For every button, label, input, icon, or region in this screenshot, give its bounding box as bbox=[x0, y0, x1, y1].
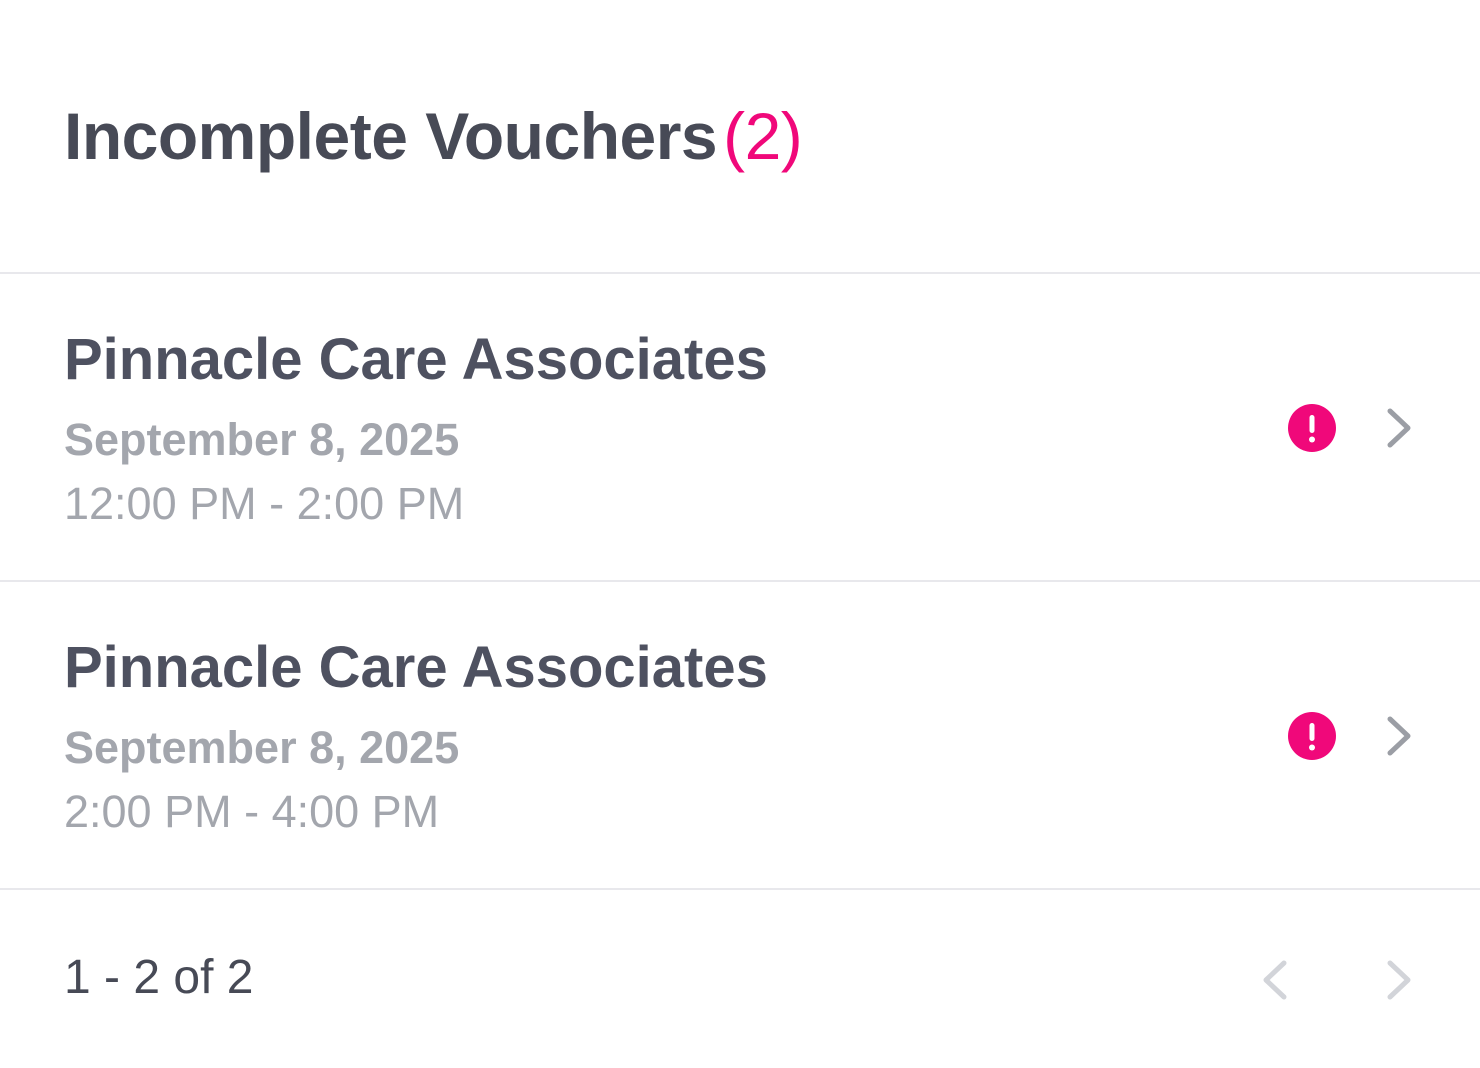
alert-icon bbox=[1288, 712, 1336, 760]
alert-icon bbox=[1288, 404, 1336, 452]
page-title: Incomplete Vouchers(2) bbox=[64, 98, 803, 174]
voucher-date: September 8, 2025 bbox=[64, 722, 460, 773]
voucher-provider-name: Pinnacle Care Associates bbox=[64, 635, 768, 700]
incomplete-vouchers-panel: Incomplete Vouchers(2) Pinnacle Care Ass… bbox=[0, 0, 1480, 1068]
voucher-time-range: 12:00 PM - 2:00 PM bbox=[64, 478, 465, 529]
voucher-row[interactable]: Pinnacle Care Associates September 8, 20… bbox=[0, 274, 1480, 582]
chevron-right-icon[interactable] bbox=[1380, 958, 1420, 1002]
voucher-row[interactable]: Pinnacle Care Associates September 8, 20… bbox=[0, 582, 1480, 890]
voucher-count: (2) bbox=[723, 99, 803, 173]
voucher-time-range: 2:00 PM - 4:00 PM bbox=[64, 786, 440, 837]
chevron-right-icon[interactable] bbox=[1380, 714, 1420, 758]
chevron-left-icon[interactable] bbox=[1254, 958, 1294, 1002]
panel-header: Incomplete Vouchers(2) bbox=[0, 0, 1480, 274]
pagination-range: 1 - 2 of 2 bbox=[64, 951, 254, 1004]
chevron-right-icon[interactable] bbox=[1380, 406, 1420, 450]
page-title-text: Incomplete Vouchers bbox=[64, 99, 718, 173]
pagination-bar: 1 - 2 of 2 bbox=[0, 890, 1480, 1066]
voucher-provider-name: Pinnacle Care Associates bbox=[64, 327, 768, 392]
voucher-date: September 8, 2025 bbox=[64, 414, 460, 465]
